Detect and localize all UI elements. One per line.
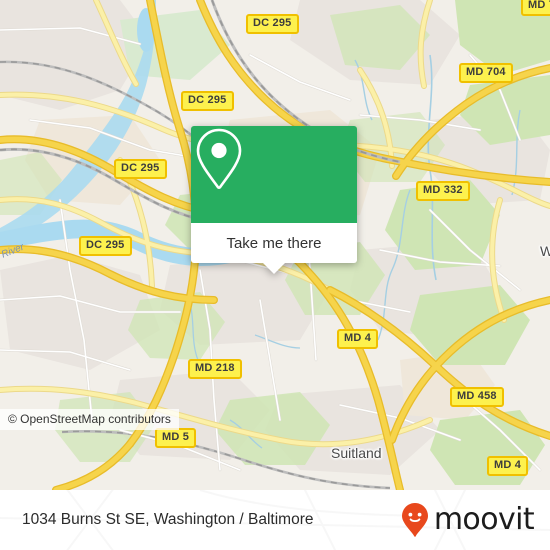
popup-cta-button[interactable]: Take me there (191, 223, 357, 263)
road-shield: MD 5 (155, 428, 197, 448)
moovit-map-screenshot: .land { fill:#f2efe9; } .green { fill:#c… (0, 0, 550, 550)
destination-popup-card[interactable]: Take me there (191, 126, 357, 274)
road-shield: MD 218 (188, 359, 242, 379)
place-label-suitland: Suitland (331, 445, 382, 461)
road-shield: DC 295 (79, 236, 132, 256)
popup-image-area (191, 126, 357, 223)
road-shield: MD 7 (521, 0, 550, 16)
moovit-pin-icon (401, 503, 428, 537)
road-shield: DC 295 (246, 14, 299, 34)
location-pin-icon (196, 128, 242, 190)
road-shield: DC 295 (181, 91, 234, 111)
road-shield: MD 704 (459, 63, 513, 83)
popup-cta-label: Take me there (226, 234, 322, 252)
popup-pointer (263, 263, 285, 274)
moovit-wordmark: moovit (433, 502, 535, 537)
map-canvas[interactable]: .land { fill:#f2efe9; } .green { fill:#c… (0, 0, 550, 490)
place-label-clipped: W (540, 243, 550, 259)
footer-address: 1034 Burns St SE, Washington / Baltimore (22, 511, 314, 528)
footer-bar: 1034 Burns St SE, Washington / Baltimore… (0, 490, 550, 550)
road-shield: MD 4 (337, 329, 379, 349)
road-shield: MD 332 (416, 181, 470, 201)
road-shield: MD 458 (450, 387, 504, 407)
road-shield: MD 4 (487, 456, 529, 476)
moovit-logo[interactable]: moovit (400, 490, 535, 550)
road-shield: DC 295 (114, 159, 167, 179)
map-attribution[interactable]: © OpenStreetMap contributors (0, 409, 179, 430)
